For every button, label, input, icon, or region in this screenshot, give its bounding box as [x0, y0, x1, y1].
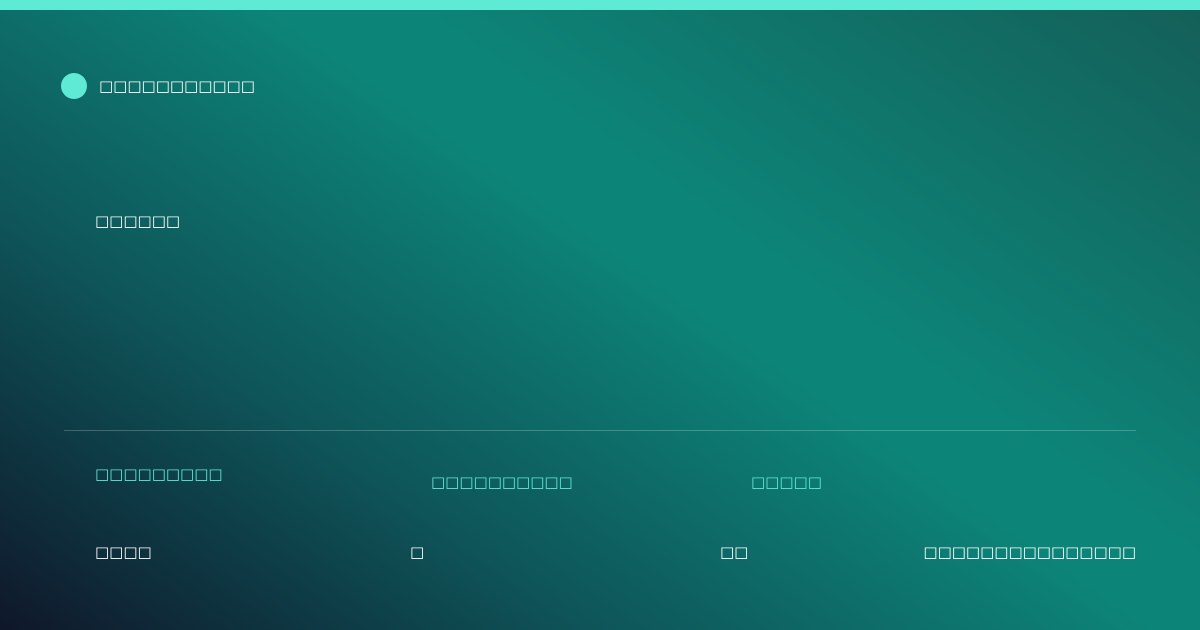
top-accent-bar — [0, 0, 1200, 10]
brand: □□□□□□□□□□□ — [61, 73, 255, 99]
stat-label-3: □□□□□ — [751, 473, 822, 491]
footer-text: □□□□□□□□□□□□□□□ — [923, 543, 1136, 561]
headline: □□□□□□ — [95, 212, 181, 230]
stat-value-2: □ — [410, 543, 425, 561]
stat-label-1: □□□□□□□□□ — [95, 465, 223, 483]
brand-name: □□□□□□□□□□□ — [99, 77, 255, 95]
divider — [64, 430, 1136, 431]
stat-value-3: □□ — [720, 543, 749, 561]
brand-logo-dot-icon — [61, 73, 87, 99]
stat-label-2: □□□□□□□□□□ — [431, 473, 573, 491]
stat-value-1: □□□□ — [95, 543, 152, 561]
